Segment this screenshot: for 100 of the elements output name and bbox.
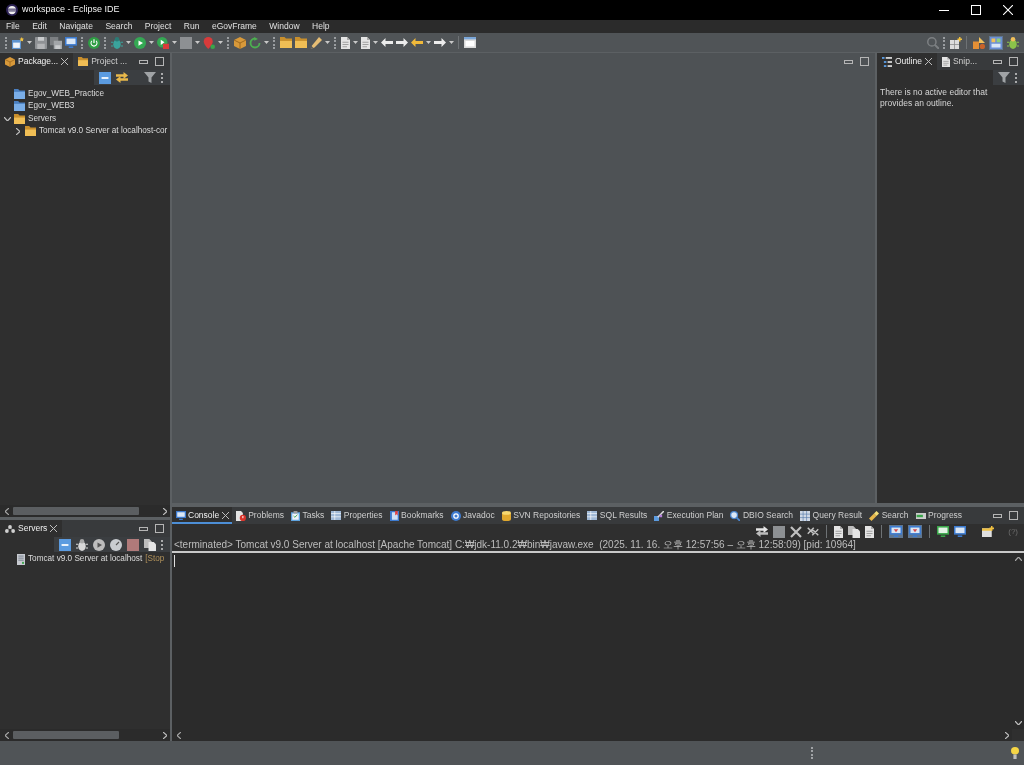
- menu-item[interactable]: Window: [269, 21, 300, 32]
- chevron-right-icon[interactable]: [16, 127, 20, 135]
- caret-icon[interactable]: [26, 41, 32, 44]
- stop-icon[interactable]: [127, 538, 139, 551]
- window-plus-icon[interactable]: [982, 526, 995, 537]
- power-icon[interactable]: [87, 36, 100, 49]
- tab[interactable]: Query Result: [796, 507, 866, 524]
- menu-item[interactable]: Project: [144, 21, 172, 32]
- close-icon[interactable]: [924, 58, 932, 65]
- caret-icon[interactable]: [448, 41, 454, 44]
- minimize-icon[interactable]: [939, 9, 949, 11]
- tab[interactable]: Bookmarks: [386, 507, 448, 524]
- chevron-down-icon[interactable]: [1014, 721, 1022, 725]
- chevron-down-icon[interactable]: [3, 116, 11, 121]
- tab[interactable]: SVN Repositories: [498, 507, 584, 524]
- documents-icon[interactable]: [848, 525, 861, 538]
- caret-icon[interactable]: [194, 41, 200, 44]
- monitor-icon[interactable]: [954, 526, 967, 537]
- tab[interactable]: DBIO Search: [726, 507, 797, 524]
- monitor-icon[interactable]: [64, 37, 77, 48]
- chevron-right-icon[interactable]: [163, 507, 167, 515]
- tab[interactable]: Problems: [232, 507, 288, 524]
- tab[interactable]: Outline: [877, 53, 937, 70]
- shapes-icon[interactable]: [971, 35, 986, 50]
- play-icon[interactable]: [133, 36, 146, 49]
- grid-plus-icon[interactable]: [949, 36, 962, 49]
- tab[interactable]: SQL Results: [583, 507, 651, 524]
- tree-item[interactable]: Tomcat v9.0 Server at localhost: [28, 554, 143, 565]
- caret-icon[interactable]: [125, 41, 131, 44]
- caret-icon[interactable]: [217, 41, 223, 44]
- collapse-icon[interactable]: [99, 71, 111, 84]
- menu-item[interactable]: Search: [105, 21, 133, 32]
- arrow-right-icon[interactable]: [395, 38, 408, 47]
- tab[interactable]: Snip...: [936, 53, 983, 70]
- tab[interactable]: Progress: [912, 507, 966, 524]
- pencil-icon[interactable]: [309, 36, 322, 49]
- stop-icon[interactable]: [773, 525, 786, 538]
- tree-item[interactable]: Tomcat v9.0 Server at localhost-cor: [39, 125, 168, 137]
- filter-icon[interactable]: [998, 72, 1010, 83]
- close-icon[interactable]: [50, 525, 58, 532]
- menu-item[interactable]: Navigate: [59, 21, 93, 32]
- menu-item[interactable]: Edit: [32, 21, 47, 32]
- document-icon[interactable]: [340, 36, 350, 49]
- menu-item[interactable]: Run: [183, 21, 200, 32]
- document-icon[interactable]: [865, 525, 875, 538]
- folder-icon[interactable]: [294, 37, 307, 48]
- chevron-left-icon[interactable]: [177, 731, 181, 739]
- package-icon[interactable]: [233, 36, 246, 49]
- documents-icon[interactable]: [144, 538, 156, 551]
- tab[interactable]: Search: [865, 507, 913, 524]
- document-icon[interactable]: [834, 525, 844, 538]
- window-grid-icon[interactable]: [988, 35, 1003, 50]
- double-close-icon[interactable]: [807, 527, 820, 536]
- caret-icon[interactable]: [148, 41, 154, 44]
- gauge-icon[interactable]: [110, 538, 122, 551]
- monitor-arrow-icon[interactable]: [889, 525, 904, 538]
- chevron-right-icon[interactable]: [1005, 731, 1009, 739]
- arrow-left-icon[interactable]: [410, 38, 423, 47]
- scrollbar[interactable]: [172, 729, 1012, 741]
- chevron-left-icon[interactable]: [5, 731, 9, 739]
- caret-icon[interactable]: [352, 41, 358, 44]
- scrollbar-thumb[interactable]: [13, 507, 139, 515]
- arrow-right-icon[interactable]: [433, 38, 446, 47]
- scrollbar[interactable]: [0, 505, 170, 517]
- caret-icon[interactable]: [171, 41, 177, 44]
- close-icon[interactable]: [221, 512, 229, 519]
- menu-item[interactable]: eGovFrame: [211, 21, 257, 32]
- close-icon[interactable]: [790, 525, 803, 538]
- tab[interactable]: Servers: [0, 520, 63, 537]
- folder-icon[interactable]: [279, 37, 292, 48]
- bug-icon[interactable]: [1005, 35, 1020, 50]
- bug-icon[interactable]: [76, 538, 88, 551]
- tab[interactable]: Package...: [0, 53, 74, 70]
- tab[interactable]: Javadoc: [447, 507, 499, 524]
- refresh-icon[interactable]: [248, 36, 261, 49]
- document-icon[interactable]: [360, 36, 370, 49]
- filter-icon[interactable]: [144, 72, 156, 83]
- chevron-right-icon[interactable]: [163, 731, 167, 739]
- tab[interactable]: Tasks: [287, 507, 328, 524]
- monitor-arrow-icon[interactable]: [908, 525, 923, 538]
- menu-item[interactable]: File: [6, 21, 20, 32]
- tab[interactable]: Execution Plan: [650, 507, 727, 524]
- close-icon[interactable]: [61, 58, 69, 65]
- tab[interactable]: Console: [172, 507, 233, 524]
- sync-arrows-icon[interactable]: [756, 526, 769, 537]
- tree-item[interactable]: Egov_WEB3: [28, 101, 75, 112]
- window-icon[interactable]: [463, 37, 476, 48]
- caret-icon[interactable]: [324, 41, 330, 44]
- play-icon[interactable]: [93, 538, 105, 551]
- pin-icon[interactable]: [202, 36, 215, 49]
- chevron-up-icon[interactable]: [1014, 557, 1022, 561]
- scrollbar-thumb[interactable]: [13, 731, 119, 739]
- monitor-icon[interactable]: [937, 526, 950, 537]
- caret-icon[interactable]: [263, 41, 269, 44]
- lightbulb-icon[interactable]: [1011, 747, 1019, 759]
- caret-icon[interactable]: [425, 41, 431, 44]
- floppy-disks-icon[interactable]: [49, 36, 62, 49]
- caret-icon[interactable]: [372, 41, 378, 44]
- play-toolbox-icon[interactable]: [156, 36, 169, 49]
- tree-item[interactable]: Egov_WEB_Practice: [28, 89, 104, 100]
